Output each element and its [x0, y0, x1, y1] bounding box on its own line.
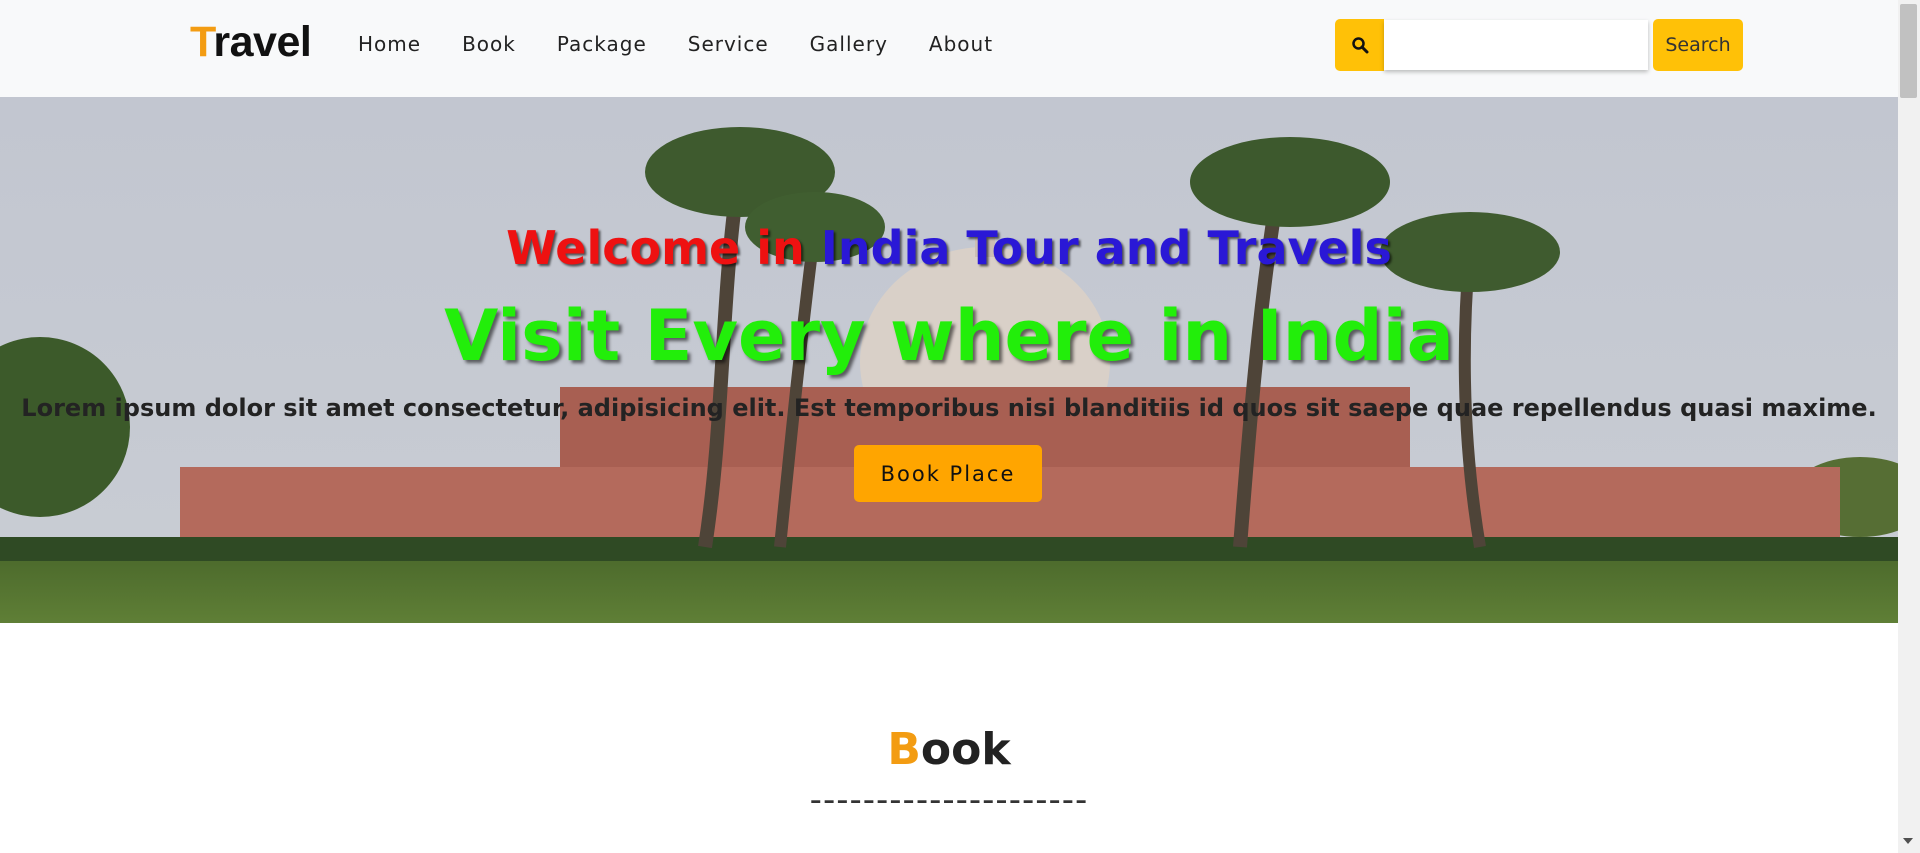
nav-links: Home Book Package Service Gallery About: [358, 32, 993, 56]
search-icon: [1351, 37, 1368, 54]
book-place-button[interactable]: Book Place: [854, 445, 1042, 502]
hero-welcome-red: Welcome in: [506, 221, 805, 275]
search-input[interactable]: [1384, 20, 1648, 70]
section-divider: ---------------------: [809, 780, 1089, 820]
brand-logo[interactable]: Travel: [190, 18, 312, 67]
nav-link-gallery[interactable]: Gallery: [810, 32, 888, 56]
hero-title: Visit Every where in India: [444, 295, 1454, 377]
nav-link-package[interactable]: Package: [557, 32, 647, 56]
book-title-first-letter: B: [887, 724, 921, 775]
search-icon-button[interactable]: [1335, 19, 1384, 71]
search-button[interactable]: Search: [1653, 19, 1743, 71]
hero-description: Lorem ipsum dolor sit amet consectetur, …: [21, 394, 1877, 422]
hero-banner: Welcome in India Tour and Travels Visit …: [0, 97, 1898, 623]
nav-link-book[interactable]: Book: [462, 32, 516, 56]
scroll-down-arrow-icon[interactable]: [1903, 838, 1913, 844]
hero-welcome-blue: India Tour and Travels: [820, 221, 1392, 275]
scrollbar-thumb[interactable]: [1900, 4, 1917, 98]
hero-welcome-heading: Welcome in India Tour and Travels: [0, 221, 1898, 275]
scrollbar[interactable]: [1898, 0, 1920, 853]
brand-first-letter: T: [190, 18, 214, 66]
nav-link-home[interactable]: Home: [358, 32, 421, 56]
nav-link-service[interactable]: Service: [688, 32, 769, 56]
navbar: Travel Home Book Package Service Gallery…: [0, 0, 1898, 97]
book-title-rest: ook: [920, 724, 1011, 775]
nav-link-about[interactable]: About: [929, 32, 993, 56]
brand-rest: ravel: [213, 18, 312, 66]
book-section-title: Book: [0, 724, 1898, 775]
